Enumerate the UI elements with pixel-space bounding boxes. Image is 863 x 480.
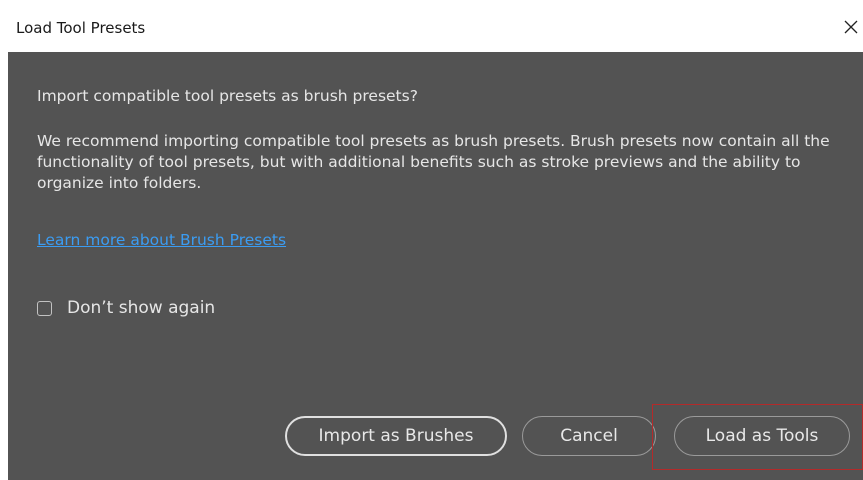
cancel-button[interactable]: Cancel (522, 416, 656, 456)
window-title: Load Tool Presets (16, 19, 146, 37)
close-button[interactable] (839, 12, 863, 42)
load-as-tools-button[interactable]: Load as Tools (674, 416, 850, 456)
title-bar: Load Tool Presets (8, 8, 863, 52)
load-tool-presets-dialog: Load Tool Presets Import compatible tool… (8, 8, 863, 480)
dialog-heading: Import compatible tool presets as brush … (37, 87, 418, 105)
import-as-brushes-button[interactable]: Import as Brushes (285, 416, 507, 456)
dialog-body: Import compatible tool presets as brush … (8, 52, 863, 480)
dont-show-again-label: Don’t show again (67, 298, 216, 318)
learn-more-link[interactable]: Learn more about Brush Presets (37, 231, 286, 249)
dialog-description: We recommend importing compatible tool p… (37, 132, 830, 192)
dont-show-again-checkbox[interactable] (37, 300, 52, 316)
close-icon (844, 20, 858, 34)
dont-show-again-row[interactable]: Don’t show again (37, 298, 215, 318)
